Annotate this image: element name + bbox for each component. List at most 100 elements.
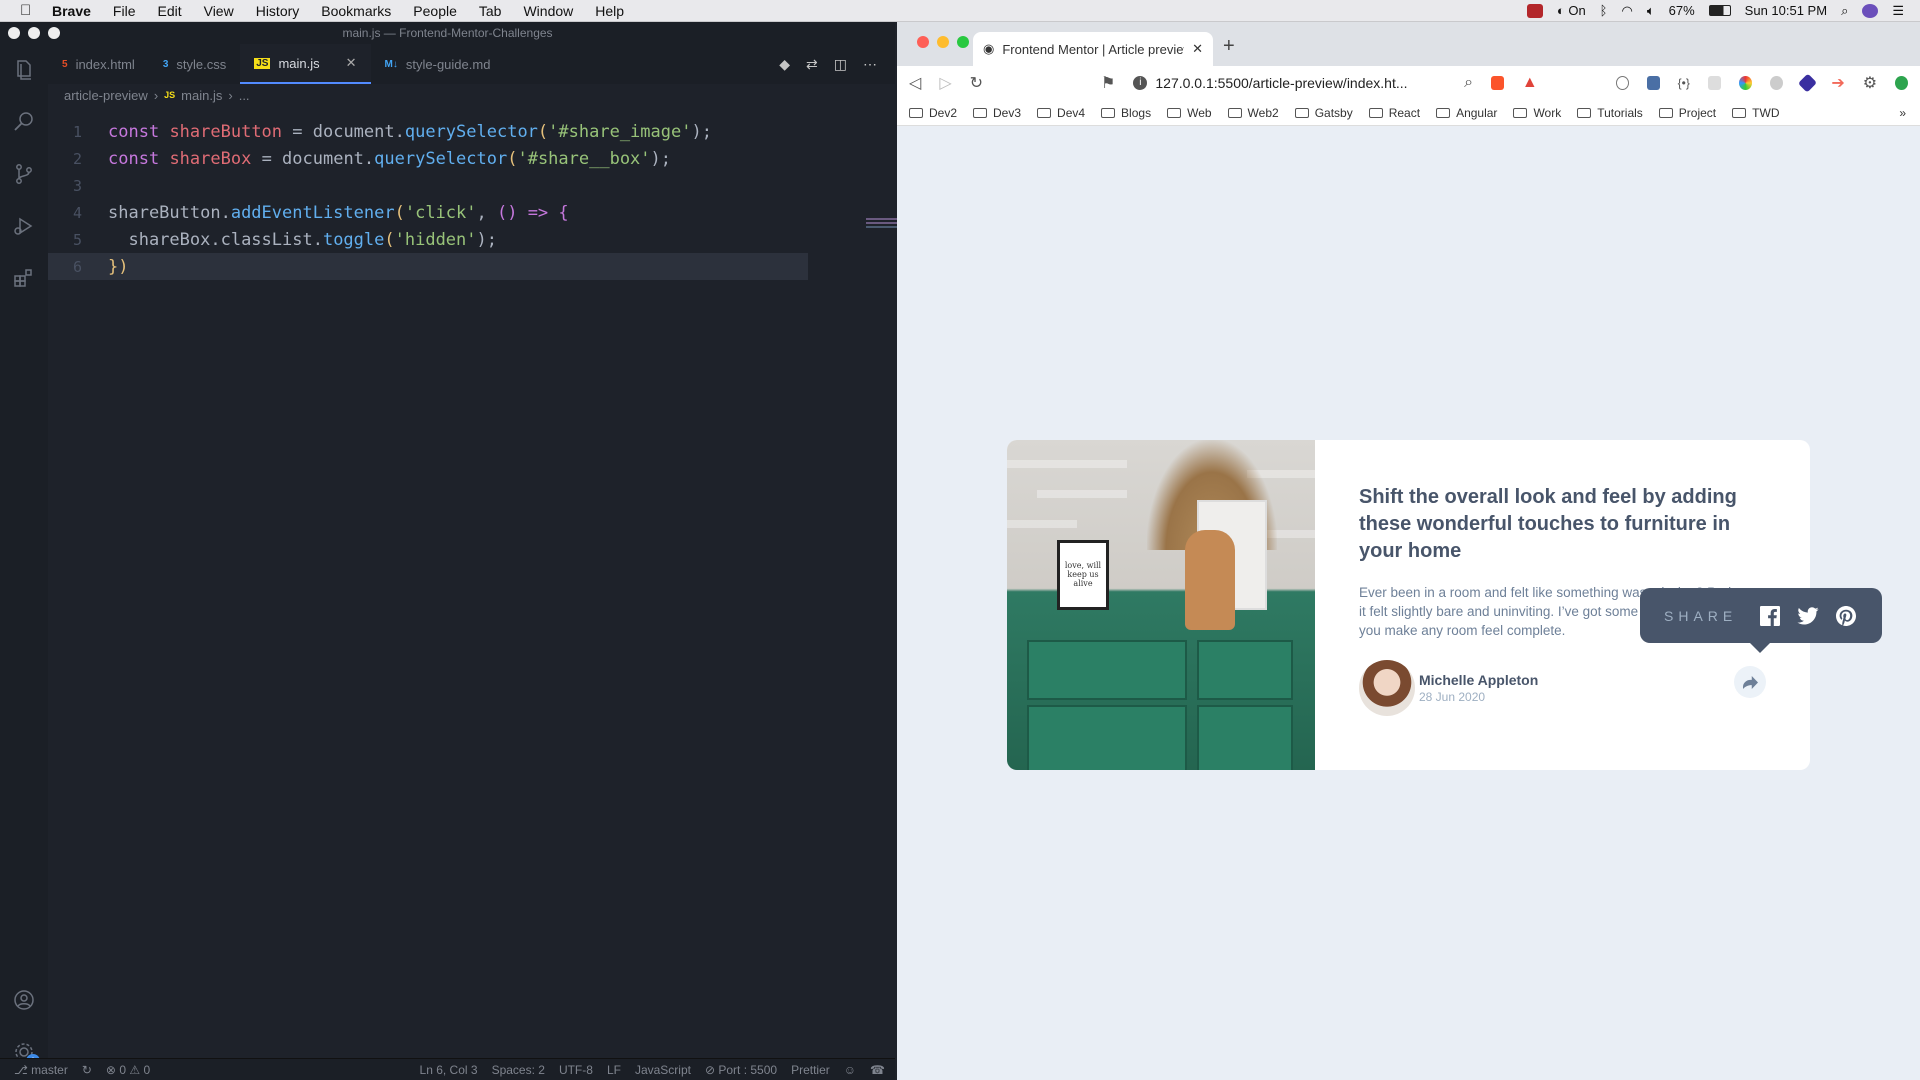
browser-tab-active[interactable]: ◉ Frontend Mentor | Article preview ✕ [973,32,1213,66]
menu-help[interactable]: Help [595,3,624,19]
bookmarks-overflow-button[interactable]: » [1899,106,1906,120]
bookmark-folder[interactable]: TWD [1732,106,1779,120]
bookmark-folder[interactable]: Dev4 [1037,106,1085,120]
search-button[interactable] [0,96,48,148]
sync-icon[interactable]: ↻ [82,1063,92,1077]
reload-icon[interactable]: ↻ [970,73,983,93]
bookmark-folder[interactable]: Web2 [1227,106,1279,120]
breadcrumb-file[interactable]: main.js [181,88,222,103]
new-tab-button[interactable]: + [1223,35,1235,58]
extensions-button[interactable] [0,252,48,304]
url-text: 127.0.0.1:5500/article-preview/index.ht.… [1155,75,1408,91]
code-line: 4 shareButton.addEventListener('click', … [48,199,895,226]
feedback-icon[interactable]: ☺ [844,1063,856,1077]
git-lens-icon[interactable]: ◆ [779,56,790,73]
bookmark-icon[interactable]: ⚑ [1101,73,1115,93]
bookmark-folder[interactable]: Web [1167,106,1212,120]
brave-shields-icon[interactable] [1491,76,1504,90]
code-editor[interactable]: 1 const shareButton = document.querySele… [48,118,926,1018]
close-window-button[interactable] [917,36,929,48]
minimize-window-button[interactable] [937,36,949,48]
open-changes-icon[interactable]: ⇄ [806,56,818,73]
end-of-line[interactable]: LF [607,1063,621,1077]
forward-icon[interactable]: ▷ [939,73,951,93]
siri-icon[interactable] [1862,3,1879,18]
extension-icon[interactable] [1769,76,1783,90]
battery-icon[interactable] [1708,5,1731,16]
cursor-position[interactable]: Ln 6, Col 3 [420,1063,478,1077]
bookmark-folder[interactable]: Blogs [1101,106,1151,120]
accounts-button[interactable] [0,974,48,1026]
pinterest-icon[interactable] [1835,605,1857,627]
share-button[interactable] [1734,666,1766,698]
recording-icon[interactable] [1526,3,1543,18]
zoom-icon[interactable]: ⌕ [1464,74,1473,92]
code-plain: ); [476,229,497,250]
notifications-bell-icon[interactable]: ☎ [870,1063,885,1077]
bluetooth-icon[interactable]: ᛒ [1600,3,1608,18]
close-tab-icon[interactable]: ✕ [1192,41,1203,57]
control-center-icon[interactable]: ☰ [1892,3,1904,19]
color-picker-icon[interactable] [1738,76,1752,90]
bookmark-folder[interactable]: Gatsby [1294,106,1353,120]
extension-icon[interactable] [1615,76,1629,90]
address-bar[interactable]: i 127.0.0.1:5500/article-preview/index.h… [1133,70,1446,96]
brave-rewards-icon[interactable]: ▲ [1522,74,1538,92]
bookmark-folder[interactable]: React [1368,106,1420,120]
menu-history[interactable]: History [256,3,300,19]
extensions-puzzle-icon[interactable]: ⚙ [1863,73,1877,93]
zoom-window-button[interactable] [957,36,969,48]
bookmark-folder[interactable]: Dev2 [909,106,957,120]
bookmark-folder[interactable]: Work [1513,106,1561,120]
git-branch[interactable]: ⎇ master [14,1063,68,1077]
focus-status[interactable]: ◐ On [1557,3,1586,18]
live-server-port[interactable]: ⊘ Port : 5500 [705,1063,777,1077]
problems-indicator[interactable]: ⊗ 0 ⚠ 0 [106,1063,150,1077]
menu-people[interactable]: People [413,3,457,19]
volume-icon[interactable]: 🔈︎ [1647,3,1655,19]
menu-view[interactable]: View [204,3,234,19]
bookmark-folder[interactable]: Angular [1436,106,1497,120]
wifi-icon[interactable]: ◠ [1621,3,1632,19]
extension-icon[interactable] [1646,76,1660,90]
bookmark-folder[interactable]: Dev3 [973,106,1021,120]
facebook-icon[interactable] [1759,605,1781,627]
extension-icon[interactable]: ➔ [1831,73,1844,93]
extension-icon[interactable]: {•} [1678,76,1690,90]
spotlight-search-icon[interactable]: ⌕ [1841,3,1848,19]
menu-bookmarks[interactable]: Bookmarks [321,3,391,19]
close-icon[interactable]: ✕ [346,55,357,71]
explorer-button[interactable] [0,44,48,96]
indentation[interactable]: Spaces: 2 [492,1063,545,1077]
menu-window[interactable]: Window [523,3,573,19]
breadcrumb-ellipsis[interactable]: ... [239,88,250,103]
breadcrumb-folder[interactable]: article-preview [64,88,148,103]
site-info-icon[interactable]: i [1133,76,1148,90]
tab-style-guide-md[interactable]: M↓ style-guide.md [371,44,505,84]
twitter-icon[interactable] [1797,605,1819,627]
prettier-status[interactable]: Prettier [791,1063,830,1077]
more-actions-icon[interactable]: ⋯ [863,56,877,73]
tab-index-html[interactable]: 5 index.html [48,44,149,84]
battery-percent[interactable]: 67% [1669,3,1695,18]
menu-tab[interactable]: Tab [479,3,502,19]
extension-icon[interactable] [1707,76,1721,90]
clock[interactable]: Sun 10:51 PM [1745,3,1827,18]
tab-style-css[interactable]: 3 style.css [149,44,240,84]
extension-icon[interactable] [1797,73,1817,93]
line-number: 1 [72,122,82,141]
bookmark-folder[interactable]: Tutorials [1577,106,1643,120]
menu-file[interactable]: File [113,3,136,19]
profile-avatar-icon[interactable] [1895,76,1908,90]
menu-app-name[interactable]: Brave [52,3,91,19]
encoding[interactable]: UTF-8 [559,1063,593,1077]
language-mode[interactable]: JavaScript [635,1063,691,1077]
bookmark-folder[interactable]: Project [1658,106,1716,120]
tab-main-js[interactable]: JS main.js ✕ [240,44,371,84]
run-debug-button[interactable] [0,200,48,252]
back-icon[interactable]: ◁ [909,73,921,93]
menu-edit[interactable]: Edit [157,3,181,19]
split-editor-icon[interactable]: ◫ [834,56,847,73]
apple-menu-icon[interactable]:  [20,2,42,19]
source-control-button[interactable] [0,148,48,200]
